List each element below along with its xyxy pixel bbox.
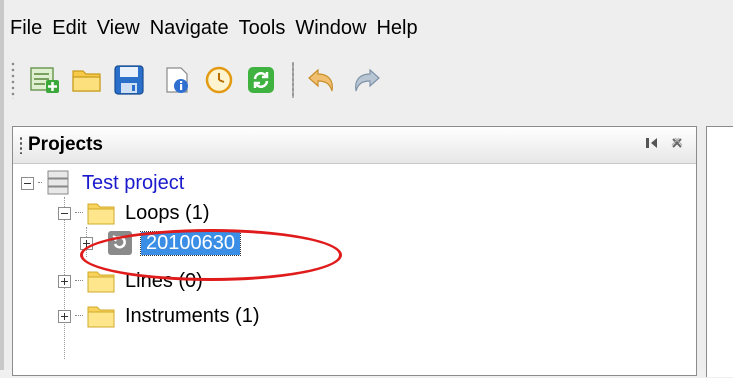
expand-toggle[interactable] bbox=[58, 274, 71, 288]
save-icon bbox=[114, 65, 144, 95]
refresh-icon bbox=[248, 67, 274, 93]
tree-row-loop-item[interactable]: 20100630 bbox=[80, 227, 241, 259]
projects-panel-header: Projects bbox=[13, 127, 696, 164]
redo-button[interactable] bbox=[348, 63, 382, 97]
loop-icon bbox=[108, 231, 132, 255]
open-folder-icon bbox=[72, 70, 101, 92]
new-project-icon bbox=[30, 67, 59, 93]
minimize-panel-icon[interactable] bbox=[644, 135, 660, 151]
clock-icon bbox=[205, 66, 233, 94]
menu-edit[interactable]: Edit bbox=[47, 17, 91, 40]
project-name: Test project bbox=[82, 171, 185, 194]
project-tree: Test project Loops (1) 20100630 Lines (0… bbox=[13, 164, 696, 378]
tree-row-project[interactable]: Test project bbox=[21, 167, 184, 199]
new-project-button[interactable] bbox=[28, 63, 62, 97]
window-edge bbox=[0, 0, 4, 370]
projects-panel: Projects Test project Loops (1) 20100630… bbox=[12, 126, 697, 376]
loop-item-label[interactable]: 20100630 bbox=[140, 230, 241, 256]
collapse-toggle[interactable] bbox=[58, 206, 71, 220]
menu-help[interactable]: Help bbox=[371, 17, 422, 40]
collapse-toggle[interactable] bbox=[21, 176, 34, 190]
toolbar-separator bbox=[292, 62, 294, 98]
lines-label: Lines (0) bbox=[125, 269, 203, 292]
menu-navigate[interactable]: Navigate bbox=[145, 17, 234, 40]
menu-bar: File Edit View Navigate Tools Window Hel… bbox=[6, 10, 423, 46]
loops-label: Loops (1) bbox=[125, 201, 210, 224]
app-window: File Edit View Navigate Tools Window Hel… bbox=[0, 0, 733, 377]
panel-grip[interactable] bbox=[19, 136, 23, 154]
close-icon[interactable] bbox=[670, 136, 684, 150]
tree-connector bbox=[38, 182, 42, 184]
menu-view[interactable]: View bbox=[92, 17, 145, 40]
tree-row-lines[interactable]: Lines (0) bbox=[58, 265, 203, 297]
tree-connector bbox=[75, 315, 83, 317]
tree-connector bbox=[75, 280, 83, 282]
database-icon bbox=[47, 170, 69, 195]
editor-area bbox=[706, 126, 733, 377]
toolbar bbox=[6, 52, 726, 108]
menu-file[interactable]: File bbox=[6, 17, 47, 40]
history-button[interactable] bbox=[202, 63, 236, 97]
folder-icon bbox=[87, 203, 115, 225]
tree-row-instruments[interactable]: Instruments (1) bbox=[58, 300, 259, 332]
folder-icon bbox=[87, 306, 115, 328]
panel-actions bbox=[644, 135, 684, 151]
refresh-button[interactable] bbox=[244, 63, 278, 97]
undo-icon bbox=[308, 68, 333, 92]
instruments-label: Instruments (1) bbox=[125, 304, 260, 327]
save-button[interactable] bbox=[112, 63, 146, 97]
properties-icon bbox=[166, 67, 188, 93]
expand-toggle[interactable] bbox=[58, 309, 71, 323]
expand-toggle[interactable] bbox=[80, 236, 93, 250]
redo-icon bbox=[355, 68, 380, 92]
tree-row-loops[interactable]: Loops (1) bbox=[58, 197, 210, 229]
menu-window[interactable]: Window bbox=[290, 17, 371, 40]
menu-tools[interactable]: Tools bbox=[234, 17, 291, 40]
panel-title: Projects bbox=[28, 134, 103, 155]
toolbar-grip[interactable] bbox=[10, 61, 16, 99]
folder-icon bbox=[87, 271, 115, 293]
undo-button[interactable] bbox=[306, 63, 340, 97]
tree-connector bbox=[75, 212, 83, 214]
tree-connector bbox=[97, 242, 103, 244]
open-project-button[interactable] bbox=[70, 63, 104, 97]
properties-button[interactable] bbox=[160, 63, 194, 97]
